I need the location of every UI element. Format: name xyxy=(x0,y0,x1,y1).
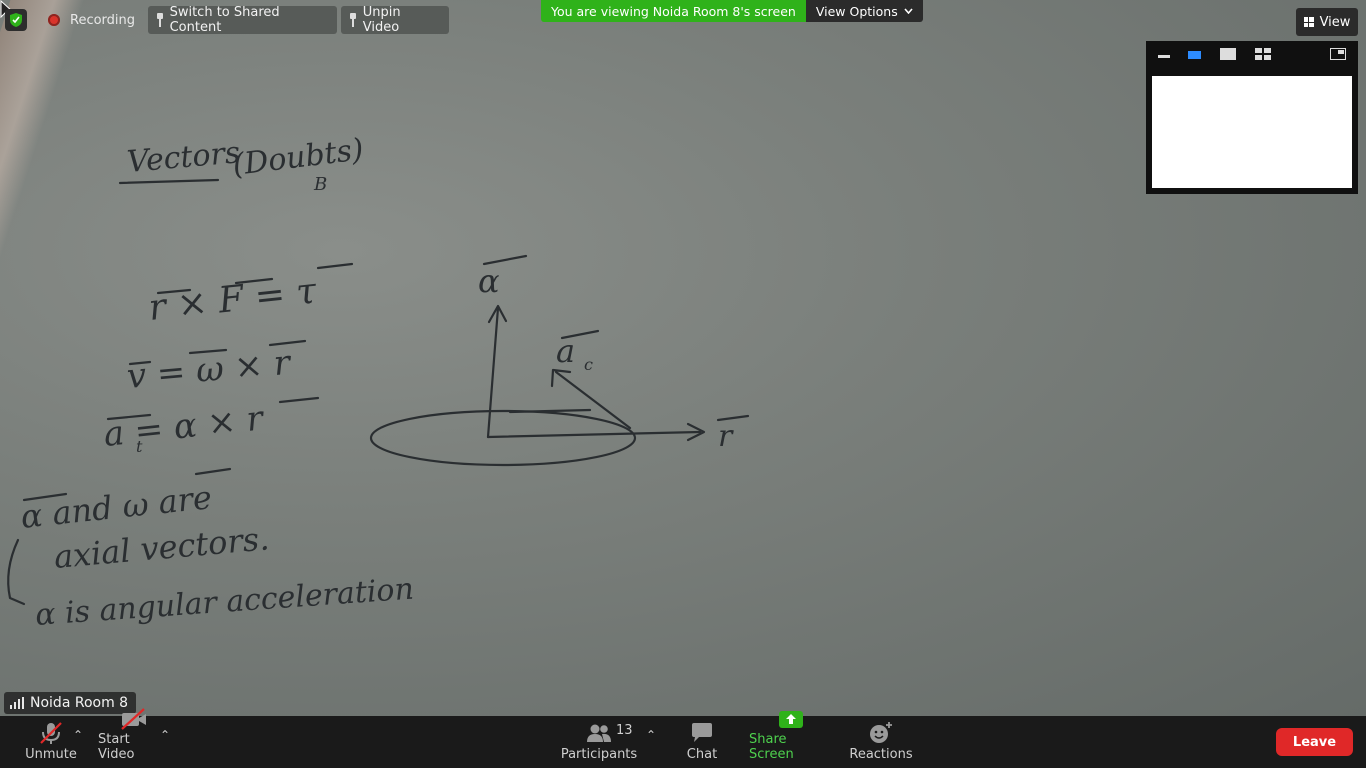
unmute-label: Unmute xyxy=(25,747,77,762)
svg-text:t: t xyxy=(136,437,143,456)
svg-text:(Doubts): (Doubts) xyxy=(231,132,366,183)
share-screen-label: Share Screen xyxy=(749,732,794,762)
reactions-label: Reactions xyxy=(849,747,913,762)
meeting-toolbar: Unmute ⌃ Start Video ⌃ 13 Participants ⌃ xyxy=(0,708,1366,768)
pin-icon xyxy=(349,13,357,27)
chat-label: Chat xyxy=(686,747,718,762)
chevron-down-icon xyxy=(904,8,913,14)
shield-icon xyxy=(10,13,22,27)
participant-name-badge: Noida Room 8 xyxy=(4,692,137,714)
swap-layout-icon[interactable] xyxy=(1330,48,1346,60)
chat-button[interactable]: Chat xyxy=(682,716,722,768)
reactions-button[interactable]: Reactions xyxy=(849,716,913,768)
participants-label: Participants xyxy=(560,747,638,762)
switch-to-shared-content-button[interactable]: Switch to Shared Content xyxy=(148,5,337,35)
thumbnail-panel xyxy=(1146,41,1358,194)
video-off-icon xyxy=(120,708,148,730)
speaker-view-icon[interactable] xyxy=(1220,48,1236,60)
leave-button[interactable]: Leave xyxy=(1276,728,1353,756)
thumbnail-video xyxy=(1152,76,1352,188)
unmute-button[interactable]: Unmute xyxy=(22,716,80,768)
gallery-view-icon[interactable] xyxy=(1255,48,1271,60)
svg-text:α is angular acceleration: α is angular acceleration xyxy=(34,572,415,633)
view-label: View xyxy=(1319,14,1351,30)
viewing-screen-label: You are viewing Noida Room 8's screen xyxy=(541,0,806,22)
grid-icon xyxy=(1303,17,1314,27)
svg-text:r: r xyxy=(718,419,734,454)
video-options-caret-icon[interactable]: ⌃ xyxy=(160,728,170,742)
participants-icon: 13 xyxy=(586,721,633,745)
svg-text:a = α × r: a = α × r xyxy=(102,398,267,455)
unpin-label: Unpin Video xyxy=(362,5,401,35)
switch-shared-label: Switch to Shared Content xyxy=(169,5,280,35)
unpin-video-button[interactable]: Unpin Video xyxy=(341,5,449,35)
participants-count: 13 xyxy=(616,723,633,738)
participants-caret-icon[interactable]: ⌃ xyxy=(646,728,656,742)
viewing-banner: You are viewing Noida Room 8's screen Vi… xyxy=(541,0,923,22)
active-speaker-icon[interactable] xyxy=(1188,51,1201,59)
record-dot-icon xyxy=(48,14,60,26)
svg-text:r × F = τ: r × F = τ xyxy=(147,270,320,328)
security-shield-icon[interactable] xyxy=(5,9,27,31)
signal-icon xyxy=(10,697,24,709)
svg-text:c: c xyxy=(584,355,593,374)
audio-options-caret-icon[interactable]: ⌃ xyxy=(73,728,83,742)
svg-text:B: B xyxy=(313,174,327,195)
participants-button[interactable]: 13 Participants xyxy=(561,716,637,768)
svg-text:Vectors: Vectors xyxy=(126,135,242,180)
participant-name: Noida Room 8 xyxy=(30,695,129,711)
recording-label: Recording xyxy=(70,12,136,28)
mic-muted-icon xyxy=(38,721,64,745)
view-button[interactable]: View xyxy=(1296,8,1358,36)
chat-icon xyxy=(690,721,714,745)
thumbnail-controls xyxy=(1146,41,1358,71)
reactions-icon xyxy=(868,721,894,745)
start-video-button[interactable]: Start Video xyxy=(98,708,170,768)
pin-icon xyxy=(156,13,164,27)
share-screen-icon xyxy=(779,710,803,730)
minimize-icon[interactable] xyxy=(1158,55,1170,58)
view-options-button[interactable]: View Options xyxy=(805,0,923,22)
recording-indicator[interactable]: Recording xyxy=(40,6,145,34)
share-screen-button[interactable]: Share Screen xyxy=(749,711,833,768)
svg-text:α: α xyxy=(478,262,500,300)
view-options-label: View Options xyxy=(815,3,898,19)
